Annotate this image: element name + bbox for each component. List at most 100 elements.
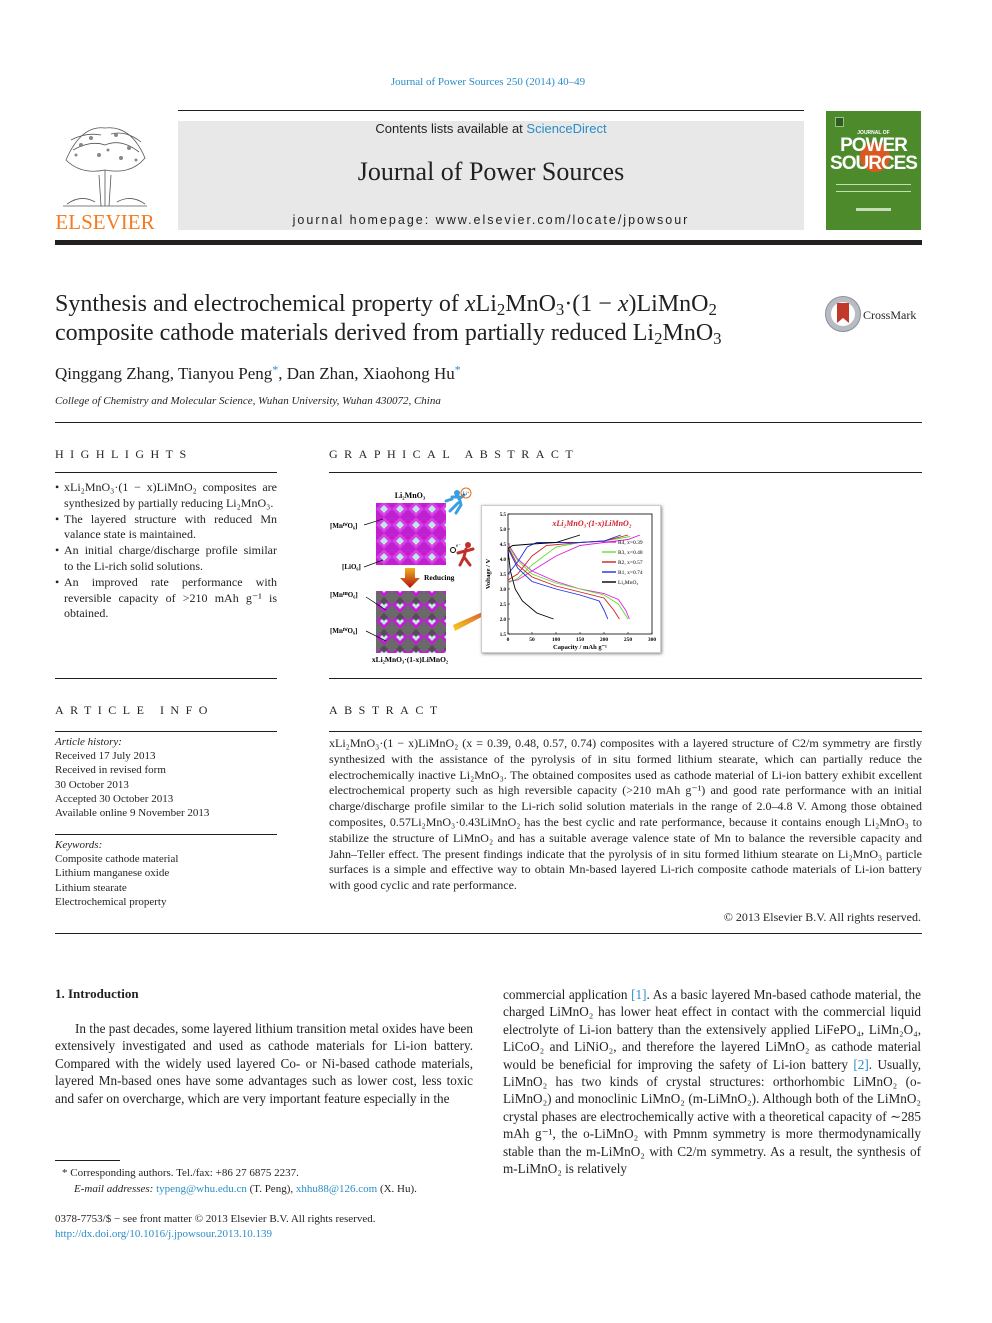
abstract-rule xyxy=(329,731,922,732)
header-rule xyxy=(178,110,804,111)
corresponding-mark[interactable]: * xyxy=(272,363,278,377)
author-list: Qinggang Zhang, Tianyou Peng*, Dan Zhan,… xyxy=(55,362,461,383)
x-tick-label: 100 xyxy=(552,637,561,643)
issn-block: 0378-7753/$ − see front matter © 2013 El… xyxy=(55,1212,375,1242)
reference-link[interactable]: [2] xyxy=(853,1057,868,1072)
ga-label-electron: e⁻ xyxy=(456,544,461,549)
ga-label-mn4-top: [MnᴵⱽO₆] xyxy=(330,522,357,530)
highlight-item: xLi₂MnO₃·(1 − x)LiMnO₂ composites are sy… xyxy=(55,480,277,512)
y-tick-label: 2.0 xyxy=(500,618,507,623)
affiliation: College of Chemistry and Molecular Scien… xyxy=(55,395,441,407)
x-tick-label: 0 xyxy=(507,637,510,643)
corresponding-mark[interactable]: * xyxy=(455,363,461,377)
author-name[interactable]: Qinggang Zhang xyxy=(55,364,170,383)
doi-link[interactable]: http://dx.doi.org/10.1016/j.jpowsour.201… xyxy=(55,1228,272,1240)
abstract-heading: ABSTRACT xyxy=(329,703,444,717)
x-tick-label: 300 xyxy=(648,637,657,643)
elsevier-wordmark: ELSEVIER xyxy=(55,210,155,234)
x-axis-label: Capacity / mAh g⁻¹ xyxy=(553,644,607,651)
journal-citation[interactable]: Journal of Power Sources 250 (2014) 40–4… xyxy=(0,76,976,88)
keyword-item: Electrochemical property xyxy=(55,895,167,908)
footnotes: * Corresponding authors. Tel./fax: +86 2… xyxy=(62,1165,417,1197)
footnote-rule xyxy=(55,1160,120,1161)
highlight-item: An improved rate performance with revers… xyxy=(55,575,277,622)
elsevier-logo[interactable]: ELSEVIER xyxy=(55,120,155,235)
history-item: Received 17 July 2013 xyxy=(55,750,156,763)
legend-label: R1, x=0.74 xyxy=(618,570,643,576)
email-link[interactable]: typeng@whu.edu.cn xyxy=(156,1183,247,1195)
highlights-rule xyxy=(55,472,277,473)
body-column-right: commercial application [1]. As a basic l… xyxy=(503,986,921,1177)
chart-title: xLi₂MnO₃·(1-x)LiMnO₂ xyxy=(551,519,631,528)
y-tick-label: 5.5 xyxy=(500,513,507,518)
x-tick-label: 200 xyxy=(600,637,609,643)
elsevier-tree-icon xyxy=(63,127,147,207)
journal-homepage[interactable]: journal homepage: www.elsevier.com/locat… xyxy=(178,213,804,227)
ga-label-reducing: Reducing xyxy=(424,573,455,582)
article-history: Article history: Received 17 July 2013 R… xyxy=(55,735,277,820)
contents-prefix: Contents lists available at xyxy=(375,121,527,136)
ga-label-lio6: [LiO₆] xyxy=(342,563,361,571)
y-tick-label: 3.5 xyxy=(500,573,507,578)
legend-label: R2, x=0.57 xyxy=(618,560,643,566)
author-name[interactable]: Xiaohong Hu xyxy=(363,364,455,383)
email-line: E-mail addresses: typeng@whu.edu.cn (T. … xyxy=(74,1183,417,1195)
y-tick-label: 4.5 xyxy=(500,543,507,548)
series-charge-line xyxy=(507,534,581,549)
keywords-label: Keywords: xyxy=(55,839,103,851)
journal-title: Journal of Power Sources xyxy=(357,157,625,186)
author-name[interactable]: Dan Zhan xyxy=(287,364,355,383)
x-tick-label: 150 xyxy=(576,637,585,643)
legend-label: R4, x=0.39 xyxy=(618,540,643,546)
keyword-item: Composite cathode material xyxy=(55,853,179,866)
highlights-list: xLi₂MnO₃·(1 − x)LiMnO₂ composites are sy… xyxy=(55,480,277,622)
intro-paragraph: In the past decades, some layered lithiu… xyxy=(55,1021,473,1106)
highlight-item: An initial charge/discharge profile simi… xyxy=(55,543,277,575)
chart-svg: 0 50 100 150 200 250 300 1.5 2.0 2.5 3.0 3.5 4.0 4.5 5… xyxy=(485,513,657,651)
x-tick-label: 250 xyxy=(624,637,633,643)
crystal-structure-composite xyxy=(376,591,446,653)
keyword-item: Lithium stearate xyxy=(55,881,127,894)
graphical-abstract-heading: GRAPHICAL ABSTRACT xyxy=(329,447,580,461)
voltage-capacity-chart: 0 50 100 150 200 250 300 1.5 2.0 2.5 3.0 3.5 4.0 4.5 5… xyxy=(481,505,661,653)
body-column-left: In the past decades, some layered lithiu… xyxy=(55,1020,473,1107)
y-tick-label: 4.0 xyxy=(500,558,507,563)
author-name[interactable]: Tianyou Peng xyxy=(178,364,272,383)
legend-label: R3, x=0.48 xyxy=(618,550,643,556)
graphical-abstract-figure[interactable]: Li₂MnO₃ [MnᴵⱽO₆] [LiO₆] Reducing [MnᴵᴵᴵO… xyxy=(328,485,663,665)
history-label: Article history: xyxy=(55,736,122,748)
crossmark-button[interactable]: CrossMark xyxy=(825,296,925,336)
email-link[interactable]: xhhu88@126.com xyxy=(296,1183,377,1195)
cover-editor xyxy=(856,208,891,211)
y-tick-label: 2.5 xyxy=(500,603,507,608)
highlight-item: The layered structure with reduced Mn va… xyxy=(55,512,277,544)
electron-badge xyxy=(450,547,456,553)
ga-label-mn3: [MnᴵᴵᴵO₆] xyxy=(330,591,358,599)
keyword-item: Lithium manganese oxide xyxy=(55,867,170,880)
ga-label-composite: xLi₂MnO₃·(1-x)LiMnO₂ xyxy=(372,655,449,664)
y-axis-label: Voltage / V xyxy=(485,559,492,590)
crossmark-label: CrossMark xyxy=(863,308,917,322)
history-item: Received in revised form xyxy=(55,764,166,777)
cover-subtitle xyxy=(836,184,911,192)
abstract-text: xLi₂MnO₃·(1 − x)LiMnO₂ (x = 0.39, 0.48, … xyxy=(329,736,922,893)
issn-line: 0378-7753/$ − see front matter © 2013 El… xyxy=(55,1213,376,1225)
intro-paragraph-continued: commercial application [1]. As a basic l… xyxy=(503,987,921,1177)
reference-link[interactable]: [1] xyxy=(631,987,646,1002)
email-label: E-mail addresses: xyxy=(74,1183,154,1195)
keywords-rule xyxy=(55,834,277,835)
crystal-structure-li2mno3 xyxy=(376,503,446,565)
journal-cover[interactable]: JOURNAL OF POWER SOURCES xyxy=(826,111,921,230)
ga-label-li2mno3: Li₂MnO₃ xyxy=(395,491,426,500)
contents-line: Contents lists available at ScienceDirec… xyxy=(178,121,804,136)
legend-label: Li₂MnO₃ xyxy=(618,580,638,586)
y-tick-label: 5.0 xyxy=(500,528,507,533)
highlights-bottom-rule xyxy=(55,678,277,679)
article-info-rule xyxy=(55,731,277,732)
header-thick-rule xyxy=(55,240,922,245)
graphical-abstract-bottom-rule xyxy=(329,678,922,679)
sciencedirect-link[interactable]: ScienceDirect xyxy=(526,121,606,136)
cover-title: POWER SOURCES xyxy=(826,136,921,173)
crossmark-icon xyxy=(825,296,861,332)
introduction-heading: 1. Introduction xyxy=(55,986,139,1001)
